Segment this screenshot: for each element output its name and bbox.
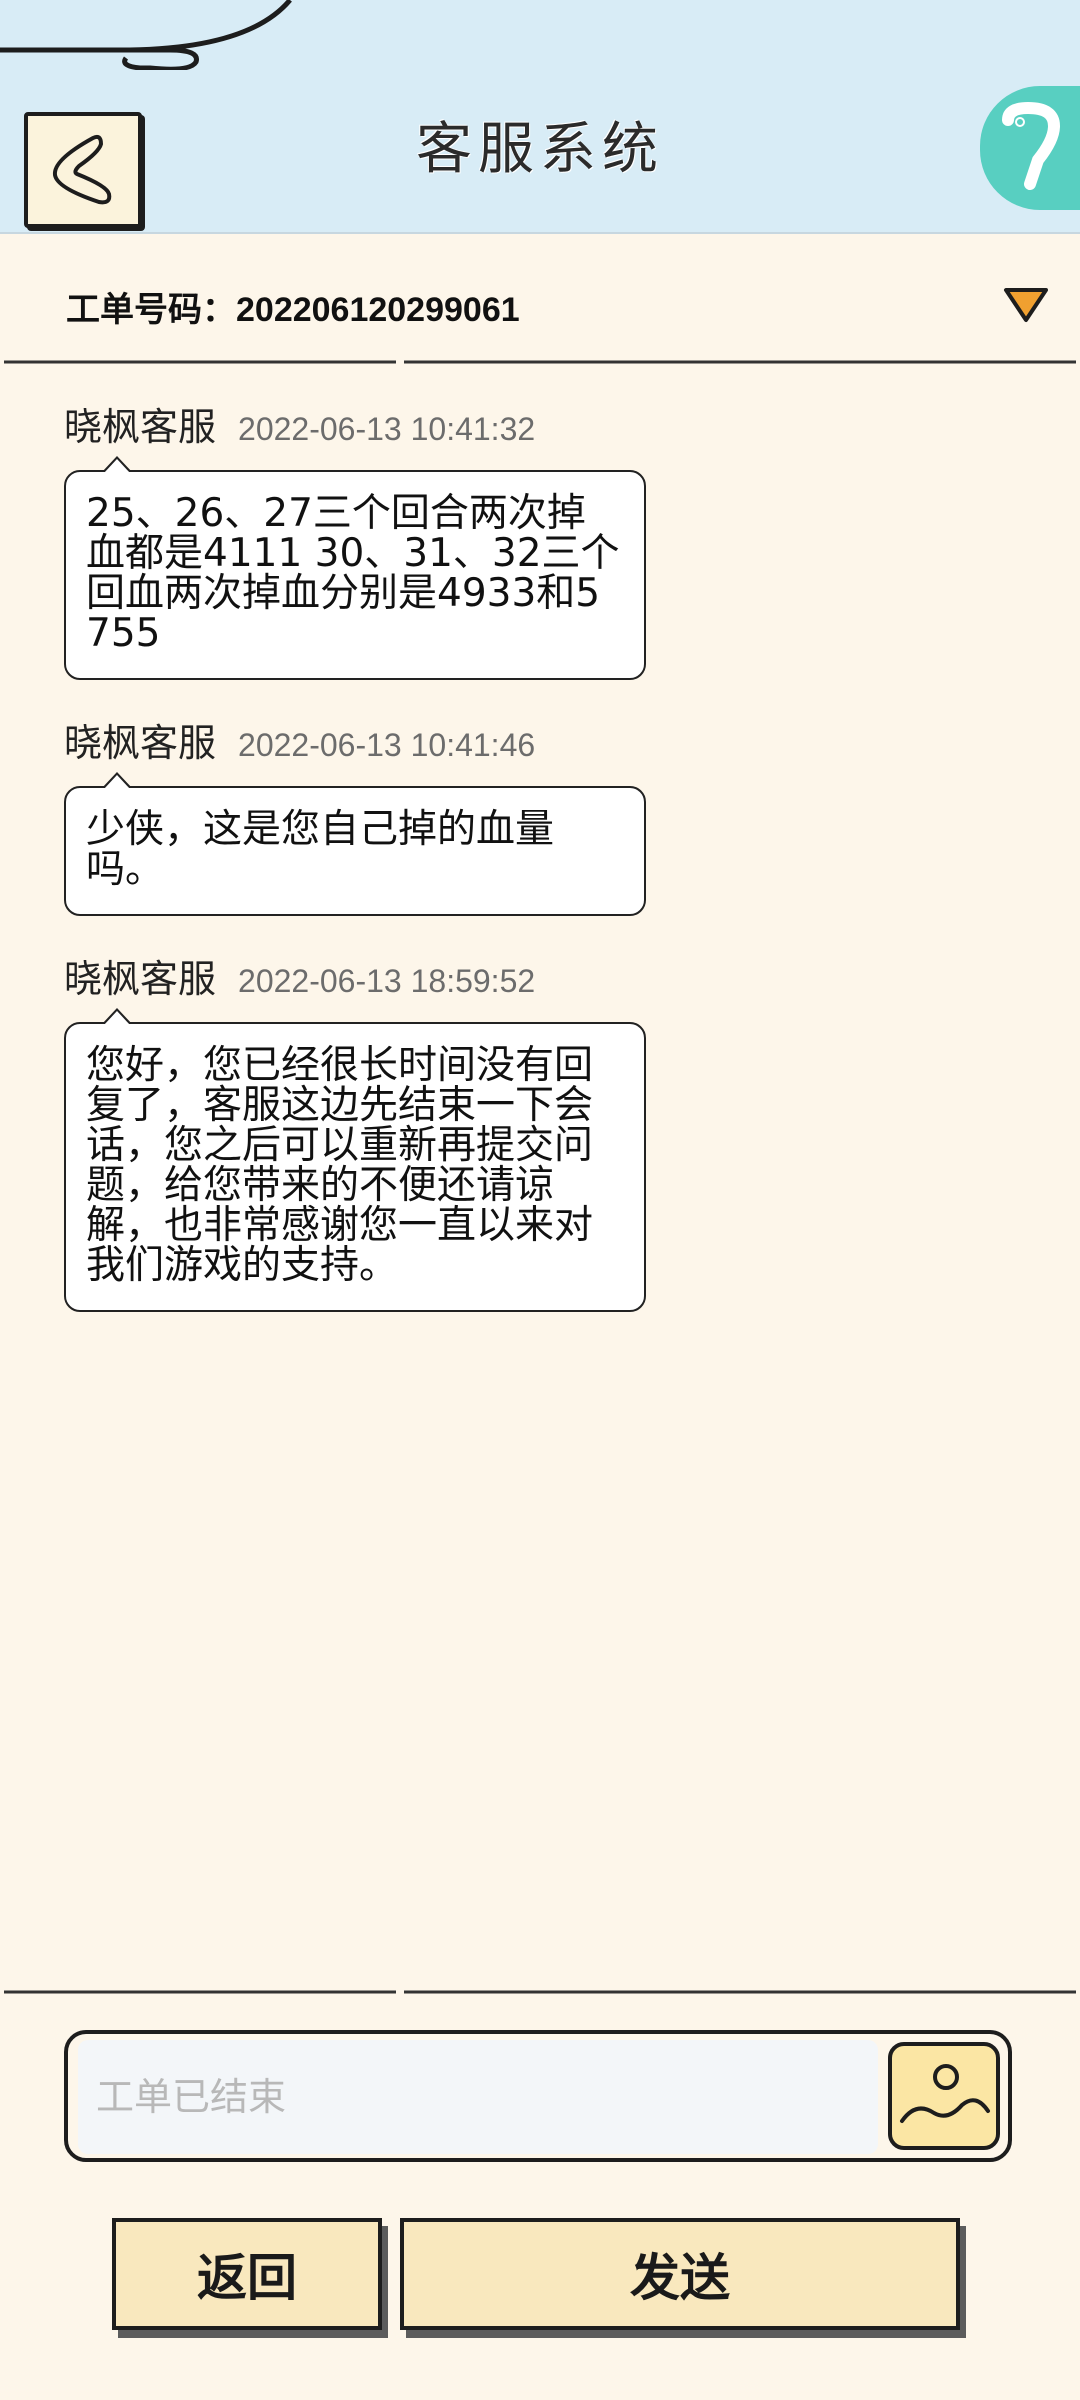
message-time: 2022-06-13 10:41:46: [238, 727, 536, 763]
message-bubble: 少侠，这是您自己掉的血量吗。: [64, 772, 646, 916]
message-sender: 晓枫客服: [64, 405, 217, 449]
send-button[interactable]: 发送: [400, 2218, 960, 2330]
message-sender: 晓枫客服: [64, 957, 217, 1001]
message-bubble: 您好，您已经很长时间没有回复了，客服这边先结束一下会话，您之后可以重新再提交问题…: [64, 1008, 646, 1312]
message-time: 2022-06-13 18:59:52: [238, 963, 536, 999]
page-title: 客服系统: [416, 117, 664, 182]
game-button[interactable]: [980, 86, 1080, 210]
image-upload-button[interactable]: [888, 2042, 1000, 2150]
divider: [4, 1990, 1076, 1994]
message-item: 晓枫客服 2022-06-13 10:41:46 少侠，这是您自己掉的血量吗。: [64, 712, 664, 916]
back-text-button[interactable]: 返回: [112, 2218, 382, 2330]
message-input-box: [64, 2030, 1012, 2162]
message-time: 2022-06-13 10:41:32: [238, 411, 536, 447]
message-item: 晓枫客服 2022-06-13 18:59:52 您好，您已经很长时间没有回复了…: [64, 948, 664, 1312]
ticket-number: 工单号码：202206120299061: [66, 291, 520, 329]
image-icon: [900, 2064, 990, 2123]
message-sender: 晓枫客服: [64, 721, 217, 765]
message-input[interactable]: [78, 2040, 878, 2154]
divider: [4, 360, 1076, 364]
triangle-down-icon[interactable]: [1002, 284, 1050, 324]
ticket-row: 工单号码：202206120299061: [0, 234, 1080, 362]
message-item: 晓枫客服 2022-06-13 10:41:32 25、26、27三个回合两次掉…: [64, 396, 664, 680]
gamepad-icon: [1002, 101, 1061, 190]
cloud-decoration-icon: [0, 0, 292, 70]
header-bar: 客服系统: [0, 0, 1080, 234]
message-bubble: 25、26、27三个回合两次掉血都是4111 30、31、32三个回血两次掉血分…: [64, 456, 646, 680]
